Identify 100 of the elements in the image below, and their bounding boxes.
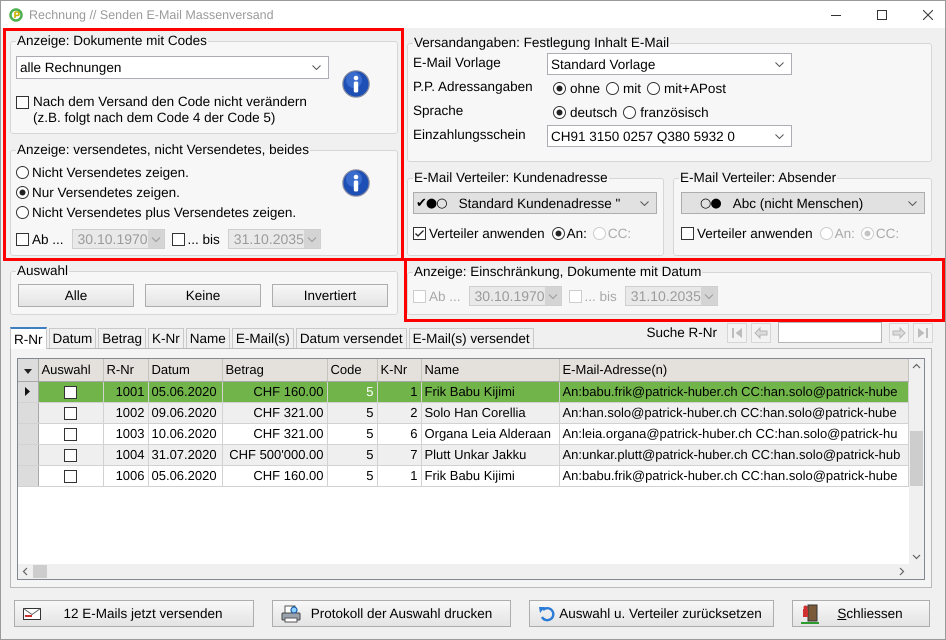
tab[interactable]: E-Mail(s) [232,328,294,348]
row-header [18,423,38,444]
column-header[interactable]: Betrag [222,359,327,381]
table-row[interactable]: 1006 05.06.2020 CHF 160.00 5 1 Frik Babu Kijimi An:babu.frik@patrick-huber.ch CC:han.solo@patrick-hube [18,465,908,486]
checkbox[interactable] [681,227,694,240]
radio-label: Nur Versendetes zeigen. [32,184,180,200]
column-header[interactable]: Name [421,359,559,381]
tab[interactable]: K-Nr [148,328,184,348]
radio-button[interactable] [16,206,29,218]
dropdown[interactable]: ✔●○ Standard Kundenadresse " [413,192,657,214]
checkbox[interactable] [64,428,77,442]
down-triangle-icon[interactable] [24,369,32,374]
scrollbar-thumb[interactable] [33,565,47,578]
table-cell: CHF 160.00 [222,381,327,402]
radio-label: CC: [876,226,900,241]
checkbox[interactable] [64,470,77,484]
table-cell: 2 [377,402,421,423]
radio-button[interactable] [552,227,565,240]
scrollbar-thumb[interactable] [910,431,923,486]
tab[interactable]: Betrag [98,328,146,348]
field-label: Sprache [413,102,464,120]
field-label: E-Mail Vorlage [413,54,502,72]
table-cell: 6 [377,423,421,444]
checkbox[interactable] [16,232,29,246]
search-field[interactable] [778,322,882,343]
checkbox[interactable] [64,449,77,462]
tab[interactable]: Datum versendet [296,328,407,348]
info-icon[interactable] [342,70,370,98]
tab[interactable]: E-Mail(s) versendet [408,328,534,348]
table-row[interactable]: 1004 31.07.2020 CHF 500'000.00 5 7 Plutt Unkar Jakku An:unkar.plutt@patrick-huber.ch CC:han.solo@patrick-hub [18,444,908,465]
select-none-button[interactable]: Keine [145,284,261,307]
maximize-icon[interactable] [877,10,887,20]
left-arrow-icon [754,326,768,338]
info-icon[interactable] [342,169,370,197]
dropdown[interactable]: ○● Abc (nicht Menschen) [681,192,925,214]
caret-icon [304,230,320,248]
printer-icon [281,604,301,622]
reset-button[interactable]: Auswahl u. Verteiler zurücksetzen [529,600,774,627]
table-cell: 5 [327,444,377,465]
panel-title: Anzeige: Einschränkung, Dokumente mit Datum [413,264,702,280]
dropdown[interactable]: CH91 3150 0257 Q380 5932 0 [547,125,792,147]
column-header[interactable]: Auswahl [38,359,103,381]
tab[interactable]: R-Nr [10,327,46,349]
checkbox-label: Verteiler anwenden [697,226,813,241]
radio-label: deutsch [570,104,618,120]
table-cell: Frik Babu Kijimi [421,465,559,486]
table-cell: 7 [377,444,421,465]
radio-button[interactable] [16,166,29,178]
search-label: Suche R-Nr [646,325,717,340]
radio-label: mit [623,80,642,96]
invert-button[interactable]: Invertiert [272,284,388,307]
radio-button[interactable] [553,82,566,94]
radio-button[interactable] [647,82,660,94]
horizontal-scrollbar[interactable] [18,564,909,579]
checkbox[interactable] [64,407,77,420]
column-header[interactable]: Datum [148,359,222,381]
column-header[interactable]: E-Mail-Adresse(n) [559,359,908,381]
checkbox[interactable] [413,227,426,240]
table-cell: Organa Leia Alderaan [421,423,559,444]
radio-button[interactable] [553,106,566,118]
vertical-scrollbar[interactable] [909,359,924,564]
send-button[interactable]: 12 E-Mails jetzt versenden [14,600,254,627]
table-row[interactable]: 1002 09.06.2020 CHF 321.00 5 2 Solo Han Corellia An:han.solo@patrick-huber.ch CC:han.solo@patrick-hube [18,402,908,423]
radio-button[interactable] [606,82,620,94]
table-cell: An:babu.frik@patrick-huber.ch CC:han.solo@patrick-hube [559,465,908,486]
tab[interactable]: Name [186,328,230,348]
table-cell: An:han.solo@patrick-huber.ch CC:han.solo@patrick-hube [559,402,908,423]
caret-icon [700,287,717,305]
column-header[interactable]: R-Nr [103,359,148,381]
table-cell: 1006 [103,465,148,486]
radio-button[interactable] [16,186,29,198]
caret-icon [775,134,784,138]
column-header[interactable]: Code [327,359,377,381]
window-title: Rechnung // Senden E-Mail Massenversand [29,8,274,22]
table-cell: 1003 [103,423,148,444]
table-row[interactable]: 1003 10.06.2020 CHF 321.00 5 6 Organa Leia Alderaan An:leia.organa@patrick-huber.ch CC:han.solo@patrick-hu [18,423,908,444]
dropdown[interactable]: alle Rechnungen [16,56,329,79]
select-all-button[interactable]: Alle [18,284,134,307]
table-cell: 5 [327,423,377,444]
field-label: Einzahlungsschein [413,126,527,144]
close-button[interactable]: Schliessen [792,600,930,627]
table-cell: 5 [327,402,377,423]
checkbox-label: Nach dem Versand den Code nicht verändern [33,94,307,110]
tab[interactable]: Datum [48,328,96,348]
app-logo-icon [9,8,23,22]
radio-button[interactable] [623,106,636,118]
print-button[interactable]: Protokoll der Auswahl drucken [272,600,511,627]
radio-label: Nicht Versendetes zeigen. [32,164,189,180]
radio-label: französisch [640,104,709,120]
column-header[interactable]: K-Nr [377,359,421,381]
right-arrow-icon [892,326,906,338]
panel-title: Auswahl [16,263,70,279]
checkbox[interactable] [172,232,185,246]
exit-door-icon [801,604,819,624]
dropdown[interactable]: Standard Vorlage [547,53,792,75]
checkbox[interactable] [64,386,77,400]
table-row[interactable]: 1001 05.06.2020 CHF 160.00 5 1 Frik Babu Kijimi An:babu.frik@patrick-huber.ch CC:han.solo@patrick-hube [18,381,908,402]
close-icon[interactable] [923,10,933,20]
checkbox[interactable] [16,96,29,109]
table-cell: 05.06.2020 [148,381,222,402]
